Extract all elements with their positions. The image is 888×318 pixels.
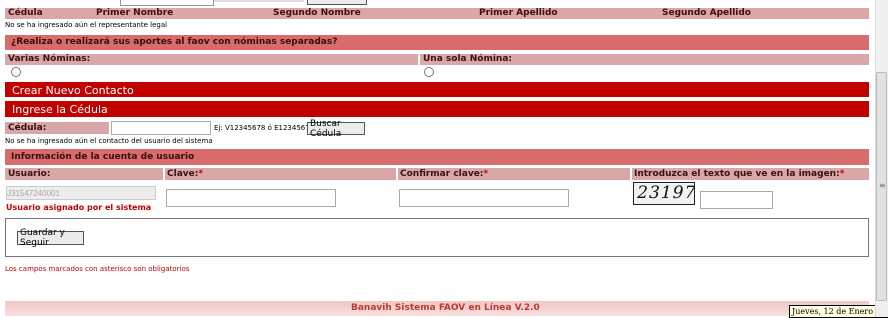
captcha-input[interactable] — [700, 191, 773, 209]
required-fields-note: Los campos marcados con asterisco son ob… — [5, 265, 190, 273]
confirmar-clave-input[interactable] — [399, 189, 569, 207]
cedula-section-title: Ingrese la Cédula — [12, 103, 108, 116]
option-varias-label: Varias Nóminas: — [8, 54, 91, 64]
captcha-image: 23197 — [633, 182, 695, 205]
header-segundo-nombre: Segundo Nombre — [273, 8, 361, 18]
clave-input[interactable] — [166, 189, 336, 207]
usuario-note: Usuario asignado por el sistema — [6, 203, 152, 212]
date-tooltip: Jueves, 12 de Enero de 2012 — [789, 305, 888, 318]
confirmar-label-text: Confirmar clave: — [400, 169, 484, 179]
header-segundo-apellido: Segundo Apellido — [662, 8, 751, 18]
header-primer-nombre: Primer Nombre — [96, 8, 174, 18]
clave-label: Clave:* — [167, 169, 203, 179]
captcha-label-text: Introduzca el texto que ve en la imagen: — [634, 169, 840, 179]
captcha-label: Introduzca el texto que ve en la imagen:… — [634, 169, 844, 179]
save-panel — [5, 218, 869, 257]
crear-contacto-bar — [5, 82, 869, 97]
confirmar-label: Confirmar clave:* — [400, 169, 488, 179]
buscar-cedula-button[interactable]: Buscar Cédula — [307, 119, 365, 139]
cedula-hint: Ej: V12345678 ó E12345678. — [214, 124, 317, 132]
captcha-required-mark: * — [839, 169, 845, 179]
account-divider-2 — [396, 168, 398, 180]
cedula-empty-note: No se ha ingresado aún el contacto del u… — [5, 137, 213, 145]
header-primer-apellido: Primer Apellido — [479, 8, 558, 18]
usuario-input — [6, 186, 156, 200]
scrollbar-grip-icon: ≡ — [879, 181, 886, 190]
account-divider-3 — [630, 168, 632, 180]
scrollbar-thumb[interactable]: ≡ — [876, 72, 887, 301]
clave-required-mark: * — [198, 169, 204, 179]
radio-varias-nominas[interactable] — [11, 67, 21, 77]
header-cedula: Cédula — [8, 8, 43, 18]
account-section-title: Información de la cuenta de usuario — [11, 152, 195, 162]
cedula-field-label: Cédula: — [8, 123, 47, 133]
option-una-divider — [418, 54, 420, 65]
guardar-seguir-button[interactable]: Guardar y Seguir — [17, 228, 84, 248]
radio-una-nomina[interactable] — [424, 67, 434, 77]
top-partial-text — [214, 0, 304, 2]
account-divider-1 — [163, 168, 165, 180]
cedula-input[interactable] — [111, 121, 211, 135]
clave-label-text: Clave: — [167, 169, 199, 179]
captcha-image-text: 23197 — [634, 183, 695, 203]
crear-contacto-title: Crear Nuevo Contacto — [12, 84, 134, 97]
usuario-label: Usuario: — [8, 169, 51, 179]
cedula-section-bar — [5, 101, 869, 117]
confirmar-required-mark: * — [483, 169, 489, 179]
footer-text: Banavih Sistema FAOV en Línea V.2.0 — [351, 303, 540, 313]
top-partial-button[interactable] — [307, 0, 367, 5]
top-partial-field[interactable] — [120, 0, 214, 6]
nominas-question: ¿Realiza o realizará sus aportes al faov… — [11, 37, 338, 47]
option-una-label: Una sola Nómina: — [423, 54, 513, 64]
legal-rep-empty-note: No se ha ingresado aún el representante … — [5, 21, 168, 29]
